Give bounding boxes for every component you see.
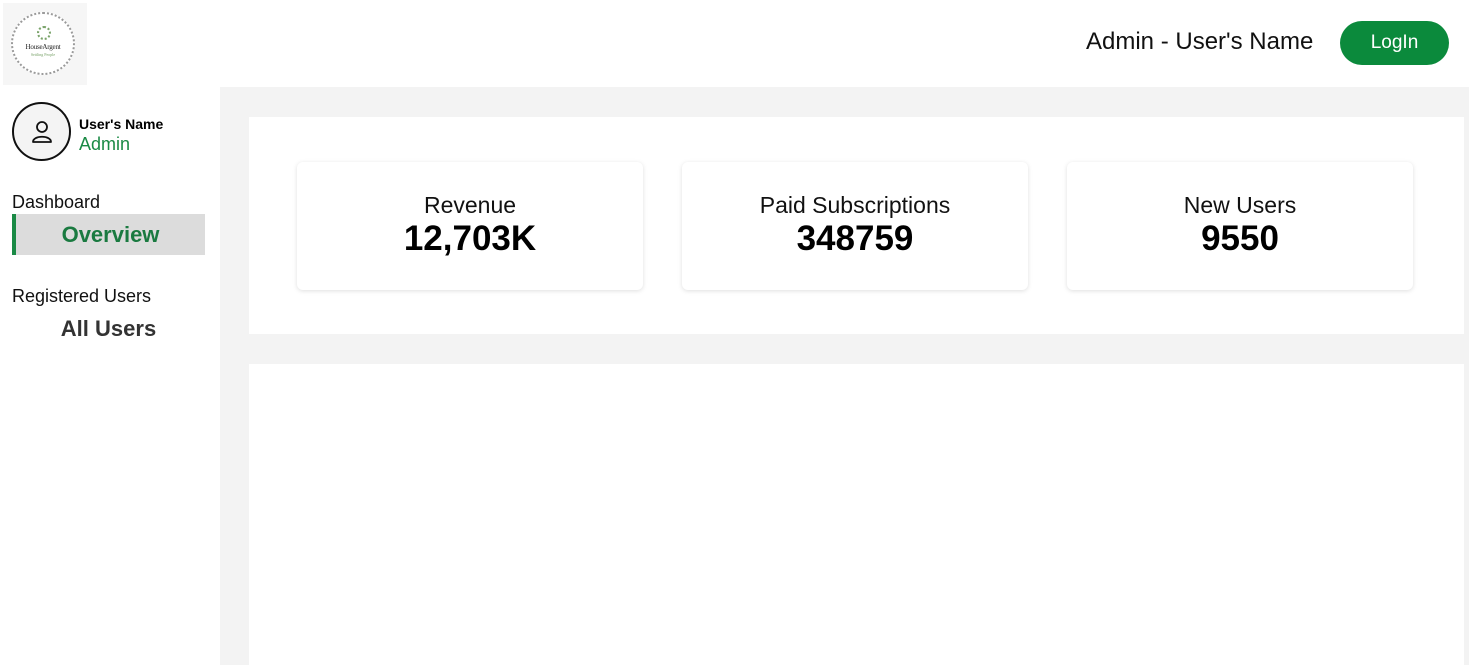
stat-label: New Users bbox=[1183, 192, 1297, 218]
stat-card-paid-subscriptions: Paid Subscriptions 348759 bbox=[682, 162, 1028, 290]
stats-panel: Revenue 12,703K Paid Subscriptions 34875… bbox=[249, 117, 1464, 334]
sidebar: User's Name Admin Dashboard Overview Reg… bbox=[0, 87, 220, 665]
sidebar-item-overview[interactable]: Overview bbox=[12, 214, 205, 255]
stat-label: Paid Subscriptions bbox=[759, 192, 951, 218]
section-label-dashboard: Dashboard bbox=[12, 192, 101, 212]
section-label-registered-users: Registered Users bbox=[12, 286, 152, 306]
header-user-label: Admin - User's Name bbox=[1086, 28, 1314, 55]
stat-card-revenue: Revenue 12,703K bbox=[297, 162, 643, 290]
stat-value: 12,703K bbox=[403, 219, 537, 258]
login-button[interactable]: LogIn bbox=[1340, 21, 1449, 65]
logo-tagline: Settling People bbox=[30, 52, 56, 57]
profile-name: User's Name bbox=[79, 116, 164, 132]
logo-badge: HouseArgent Settling People bbox=[11, 12, 75, 75]
logo-brand-name: HouseArgent bbox=[25, 43, 61, 51]
sidebar-item-all-users[interactable]: All Users bbox=[12, 311, 205, 347]
sidebar-item-label: All Users bbox=[60, 316, 157, 341]
avatar[interactable] bbox=[12, 102, 71, 161]
stat-value: 348759 bbox=[796, 219, 914, 258]
brand-logo[interactable]: HouseArgent Settling People bbox=[3, 3, 87, 85]
sidebar-item-label: Overview bbox=[61, 221, 160, 247]
main-content: Revenue 12,703K Paid Subscriptions 34875… bbox=[220, 87, 1469, 665]
stat-value: 9550 bbox=[1201, 219, 1279, 258]
content-panel bbox=[249, 364, 1464, 665]
wreath-icon bbox=[37, 26, 51, 40]
top-header: HouseArgent Settling People Admin - User… bbox=[0, 0, 1469, 87]
stat-label: Revenue bbox=[423, 192, 517, 218]
stat-card-new-users: New Users 9550 bbox=[1067, 162, 1413, 290]
profile-role: Admin bbox=[79, 134, 131, 154]
user-icon bbox=[31, 120, 52, 143]
